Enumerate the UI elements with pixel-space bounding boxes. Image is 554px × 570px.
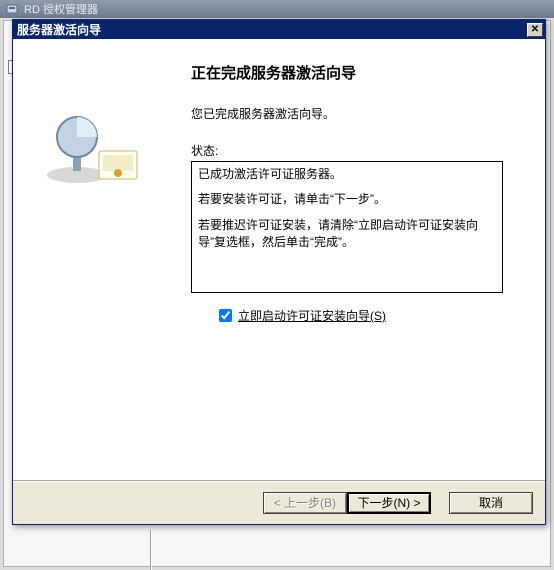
start-install-wizard-label[interactable]: 立即启动许可证安装向导(S)	[238, 307, 386, 324]
wizard-dialog: 服务器激活向导 ✕ 正在完成服务器激活向导 您已完成服务器激活向导。 状态: 已…	[12, 19, 546, 525]
wizard-heading: 正在完成服务器激活向导	[191, 62, 517, 83]
status-label: 状态:	[191, 142, 517, 159]
back-button: < 上一步(B)	[263, 492, 347, 514]
wizard-footer: < 上一步(B) 下一步(N) > 取消	[13, 480, 545, 524]
wizard-artwork-icon	[43, 115, 143, 195]
close-icon: ✕	[531, 24, 539, 35]
status-box: 已成功激活许可证服务器。 若要安装许可证，请单击“下一步”。 若要推迟许可证安装…	[191, 161, 503, 293]
start-install-wizard-checkbox-row: 立即启动许可证安装向导(S)	[219, 307, 517, 324]
background-splitter[interactable]	[150, 530, 151, 570]
background-title-text: RD 授权管理器	[24, 1, 98, 17]
cancel-button[interactable]: 取消	[449, 492, 533, 514]
wizard-title-bar[interactable]: 服务器激活向导 ✕	[13, 20, 545, 39]
app-icon	[6, 2, 20, 16]
wizard-title-text: 服务器激活向导	[17, 21, 101, 38]
wizard-content: 正在完成服务器激活向导 您已完成服务器激活向导。 状态: 已成功激活许可证服务器…	[177, 40, 545, 480]
background-title-bar: RD 授权管理器	[0, 0, 554, 18]
start-install-wizard-checkbox[interactable]	[219, 309, 232, 322]
next-button[interactable]: 下一步(N) >	[347, 492, 431, 514]
wizard-done-message: 您已完成服务器激活向导。	[191, 105, 517, 122]
status-line: 若要安装许可证，请单击“下一步”。	[198, 191, 496, 208]
wizard-side-panel	[13, 40, 177, 480]
status-line: 若要推迟许可证安装，请清除“立即启动许可证安装向导”复选框，然后单击“完成”。	[198, 217, 496, 252]
close-button[interactable]: ✕	[527, 23, 543, 37]
status-line: 已成功激活许可证服务器。	[198, 166, 496, 183]
wizard-body: 正在完成服务器激活向导 您已完成服务器激活向导。 状态: 已成功激活许可证服务器…	[13, 39, 545, 480]
